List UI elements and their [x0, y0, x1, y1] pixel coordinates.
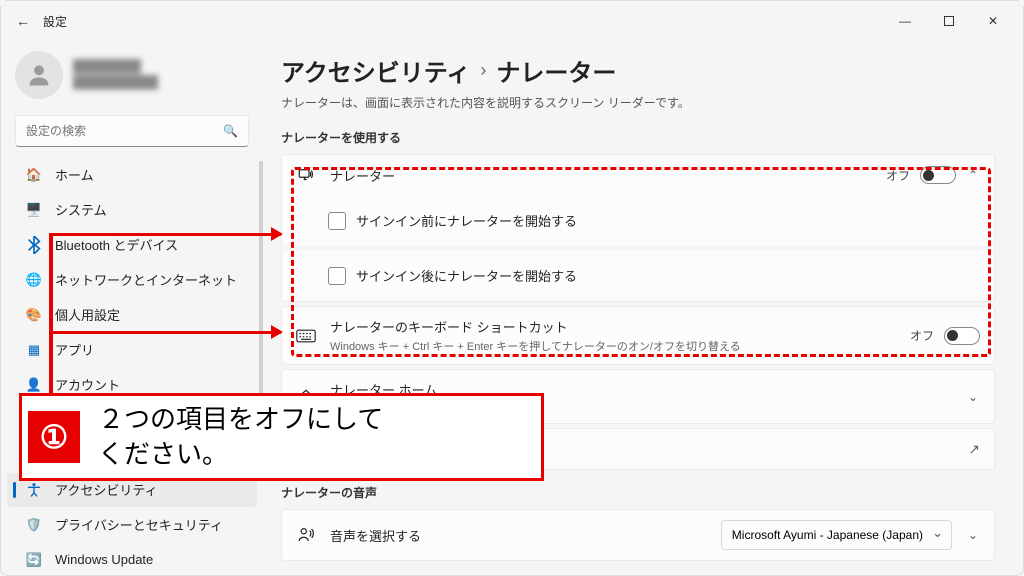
breadcrumb: アクセシビリティ › ナレーター: [281, 53, 995, 88]
sidebar-item-label: システム: [55, 200, 107, 219]
voice-selected: Microsoft Ayumi - Japanese (Japan): [732, 528, 923, 542]
chevron-right-icon: ›: [480, 60, 486, 81]
search-input[interactable]: 設定の検索 🔍: [15, 115, 249, 147]
sidebar-item-label: 個人用設定: [55, 305, 120, 324]
voice-select-dropdown[interactable]: Microsoft Ayumi - Japanese (Japan): [721, 520, 952, 550]
checkbox-label: サインイン後にナレーターを開始する: [356, 266, 577, 285]
page-description: ナレーターは、画面に表示された内容を説明するスクリーン リーダーです。: [281, 94, 995, 111]
shortcut-title: ナレーターのキーボード ショートカット: [330, 317, 896, 336]
checkbox-after-signin[interactable]: [328, 267, 346, 285]
checkbox-label: サインイン前にナレーターを開始する: [356, 211, 577, 230]
sidebar-item-apps[interactable]: ▦ アプリ: [7, 333, 257, 367]
back-button[interactable]: ←: [9, 13, 37, 29]
narrator-icon: [296, 165, 316, 185]
update-icon: 🔄: [25, 551, 43, 569]
person-icon: [25, 61, 53, 89]
sidebar-item-label: プライバシーとセキュリティ: [55, 515, 223, 534]
page-title: ナレーター: [496, 53, 616, 88]
voice-select-card[interactable]: 音声を選択する Microsoft Ayumi - Japanese (Japa…: [281, 509, 995, 561]
annotation-callout: ① ２つの項目をオフにして ください。: [19, 393, 544, 481]
narrator-card[interactable]: ナレーター オフ ⌃: [281, 154, 995, 195]
sidebar-item-label: アクセシビリティ: [55, 480, 158, 499]
voice-icon: [296, 525, 316, 545]
shortcut-desc: Windows キー + Ctrl キー + Enter キーを押してナレーター…: [330, 338, 896, 354]
maximize-button[interactable]: [927, 5, 971, 37]
sidebar-item-label: アカウント: [55, 375, 120, 394]
search-placeholder: 設定の検索: [26, 122, 223, 139]
sidebar-item-label: ホーム: [55, 165, 94, 184]
system-icon: 🖥️: [25, 201, 43, 219]
profile-name: ████████: [73, 59, 158, 75]
annotation-arrow-1: [51, 233, 281, 236]
shortcut-toggle[interactable]: [944, 327, 980, 345]
shortcut-card[interactable]: ナレーターのキーボード ショートカット Windows キー + Ctrl キー…: [281, 306, 995, 365]
sidebar-item-update[interactable]: 🔄 Windows Update: [7, 543, 257, 575]
chevron-up-icon[interactable]: ⌃: [966, 168, 980, 182]
sidebar: ████████ ██████████ 設定の検索 🔍 🏠 ホーム 🖥️ システ…: [1, 41, 263, 575]
titlebar: ← 設定 — ✕: [1, 1, 1023, 41]
bluetooth-icon: [25, 236, 43, 254]
profile-sub: ██████████: [73, 75, 158, 91]
annotation-vertical-line: [49, 233, 53, 393]
search-icon: 🔍: [223, 124, 238, 138]
annotation-badge: ①: [28, 411, 80, 463]
minimize-button[interactable]: —: [883, 5, 927, 37]
shortcut-state: オフ: [910, 327, 934, 344]
keyboard-icon: [296, 326, 316, 346]
main-content: アクセシビリティ › ナレーター ナレーターは、画面に表示された内容を説明するス…: [263, 41, 1023, 575]
section-label-use: ナレーターを使用する: [281, 129, 995, 146]
narrator-title: ナレーター: [330, 166, 872, 185]
sidebar-item-privacy[interactable]: 🛡️ プライバシーとセキュリティ: [7, 508, 257, 542]
external-link-icon: ↗: [968, 441, 980, 458]
narrator-option-after[interactable]: サインイン後にナレーターを開始する: [281, 250, 995, 302]
network-icon: 🌐: [25, 271, 43, 289]
accessibility-icon: [25, 481, 43, 499]
avatar: [15, 51, 63, 99]
narrator-state: オフ: [886, 167, 910, 184]
annotation-arrow-2: [51, 331, 281, 334]
apps-icon: ▦: [25, 341, 43, 359]
window-controls: — ✕: [883, 5, 1015, 37]
sidebar-item-network[interactable]: 🌐 ネットワークとインターネット: [7, 263, 257, 297]
chevron-down-icon[interactable]: ⌄: [966, 528, 980, 542]
personalize-icon: 🎨: [25, 306, 43, 324]
active-indicator: [13, 482, 16, 498]
sidebar-item-label: Bluetooth とデバイス: [55, 235, 178, 254]
sidebar-item-label: Windows Update: [55, 552, 153, 567]
window-title: 設定: [43, 13, 67, 30]
section-label-voice: ナレーターの音声: [281, 484, 995, 501]
chevron-down-icon[interactable]: ⌄: [966, 390, 980, 404]
sidebar-item-label: ネットワークとインターネット: [55, 270, 237, 289]
profile[interactable]: ████████ ██████████: [1, 45, 263, 113]
annotation-text: ２つの項目をオフにして ください。: [98, 402, 383, 472]
narrator-option-before[interactable]: サインイン前にナレーターを開始する: [281, 195, 995, 246]
voice-select-title: 音声を選択する: [330, 526, 707, 545]
home-icon: 🏠: [25, 166, 43, 184]
nav: 🏠 ホーム 🖥️ システム Bluetooth とデバイス 🌐 ネットワークとイ…: [1, 157, 263, 575]
sidebar-item-home[interactable]: 🏠 ホーム: [7, 158, 257, 192]
checkbox-before-signin[interactable]: [328, 212, 346, 230]
sidebar-item-label: アプリ: [55, 340, 94, 359]
breadcrumb-parent[interactable]: アクセシビリティ: [281, 53, 470, 88]
sidebar-item-system[interactable]: 🖥️ システム: [7, 193, 257, 227]
privacy-icon: 🛡️: [25, 516, 43, 534]
sidebar-item-personalize[interactable]: 🎨 個人用設定: [7, 298, 257, 332]
narrator-toggle[interactable]: [920, 166, 956, 184]
account-icon: 👤: [25, 376, 43, 394]
close-button[interactable]: ✕: [971, 5, 1015, 37]
